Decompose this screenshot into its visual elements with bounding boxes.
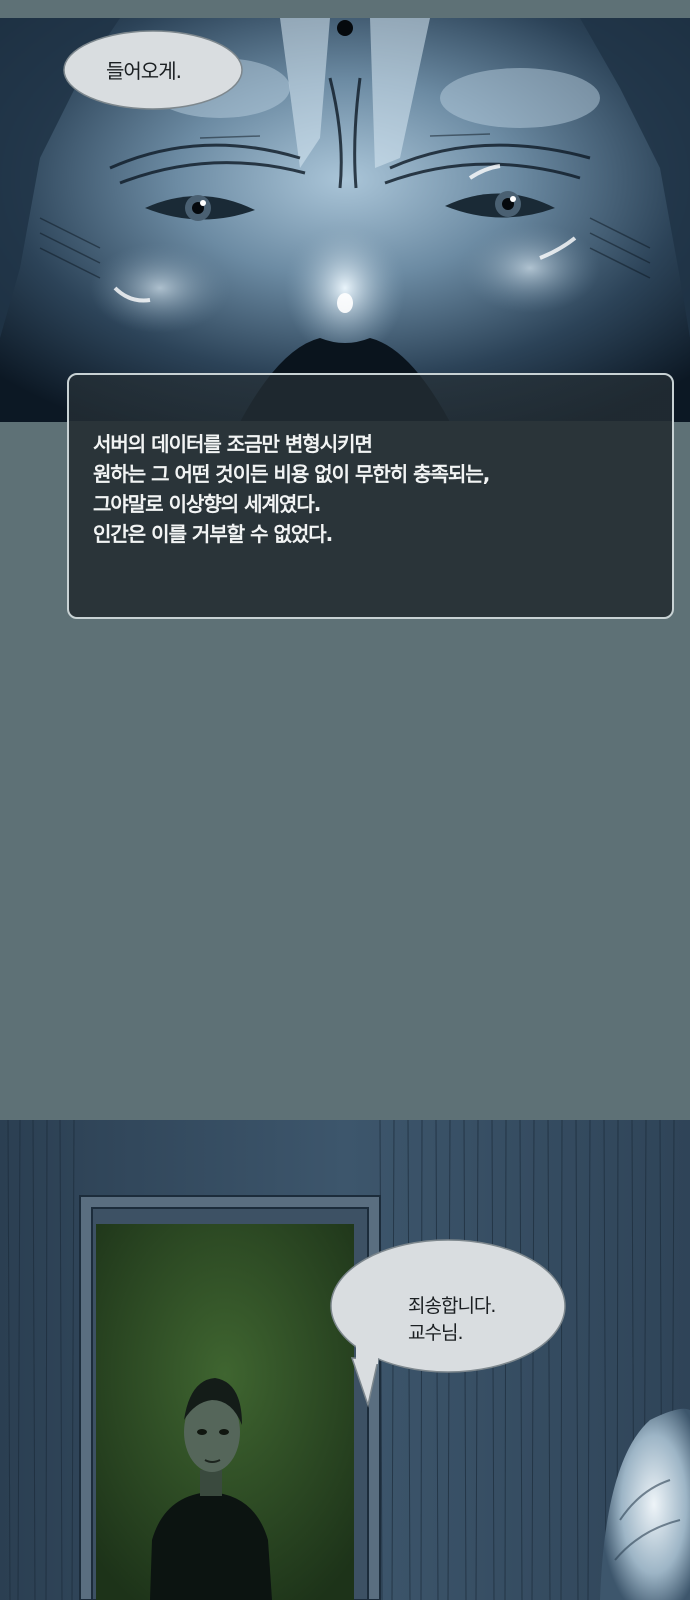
- comic-page: 들어오게. 서버의 데이터를 조금만 변형시키면 원하는 그 어떤 것이든 비용…: [0, 0, 690, 1600]
- narration-line-2: 원하는 그 어떤 것이든 비용 없이 무한히 충족되는,: [93, 462, 490, 486]
- speech-bubble-bottom-line-1: 죄송합니다.: [408, 1295, 496, 1317]
- face-closeup-illustration: [0, 18, 690, 422]
- narration-line-3: 그야말로 이상향의 세계였다.: [93, 492, 321, 516]
- panel-gutter: [0, 620, 690, 1120]
- face-closeup-panel: [0, 18, 690, 422]
- speech-bubble-top-text: 들어오게.: [106, 59, 182, 83]
- doorway-illustration: [0, 1120, 690, 1600]
- narration-caption-box: 서버의 데이터를 조금만 변형시키면 원하는 그 어떤 것이든 비용 없이 무한…: [67, 373, 674, 619]
- narration-line-1: 서버의 데이터를 조금만 변형시키면: [93, 432, 373, 456]
- narration-line-4: 인간은 이를 거부할 수 없었다.: [93, 522, 333, 546]
- speech-bubble-bottom-line-2: 교수님.: [408, 1322, 463, 1344]
- doorway-panel: [0, 1120, 690, 1600]
- speech-bubble-bottom-text: 죄송합니다. 교수님.: [408, 1293, 496, 1347]
